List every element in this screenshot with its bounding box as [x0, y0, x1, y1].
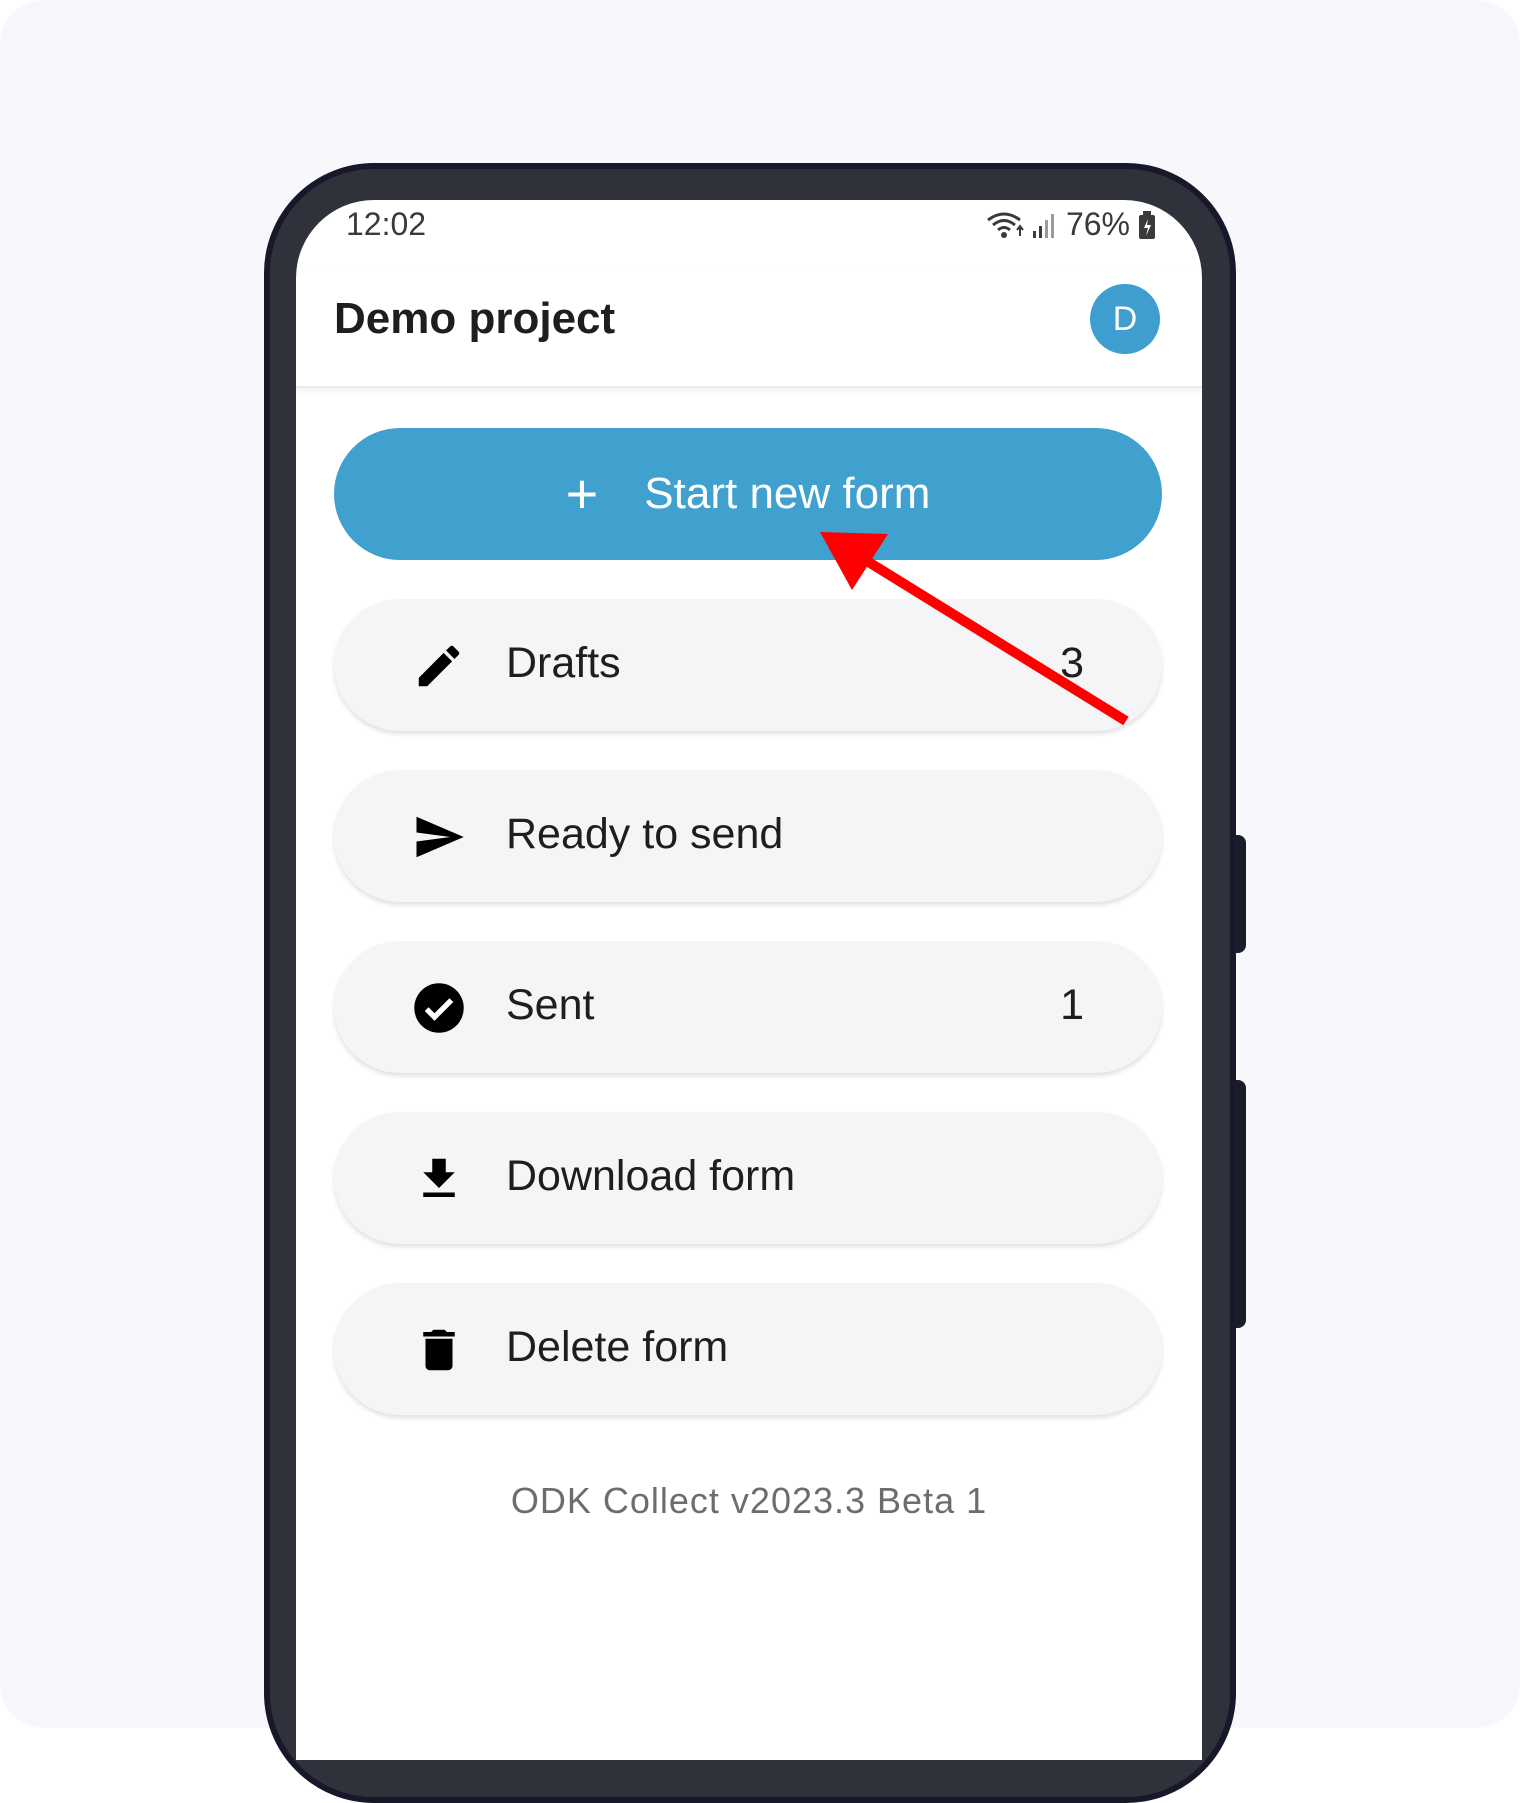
annotation-arrow: [820, 532, 1129, 726]
